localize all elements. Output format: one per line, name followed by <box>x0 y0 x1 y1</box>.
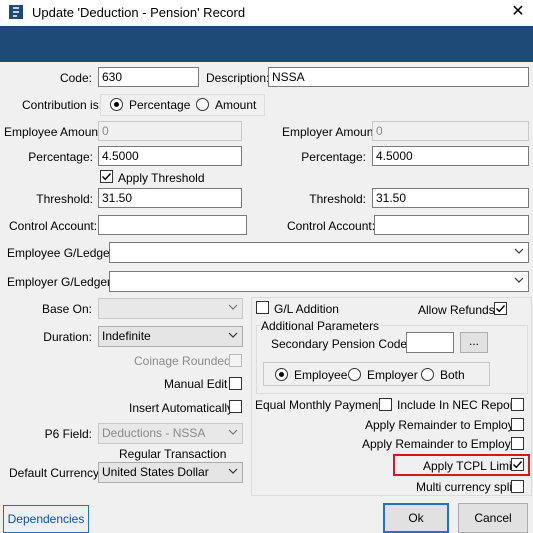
employer-control-field[interactable] <box>374 215 529 235</box>
cancel-button[interactable]: Cancel <box>458 503 528 533</box>
both-option-label: Both <box>440 368 465 382</box>
include-nec-checkbox[interactable] <box>511 398 524 411</box>
manual-edit-checkbox[interactable] <box>229 377 242 390</box>
default-currency-value: United States Dollar <box>102 465 209 479</box>
employer-percentage-label: Percentage: <box>301 150 366 164</box>
close-icon[interactable]: ✕ <box>507 2 529 22</box>
browse-button[interactable]: ... <box>460 332 488 353</box>
header-band <box>0 26 533 62</box>
dependencies-button[interactable]: Dependencies <box>3 505 89 533</box>
employee-threshold-label: Threshold: <box>36 192 93 206</box>
employee-amount-label: Employee Amount: <box>4 125 105 139</box>
employee-amount-field[interactable]: 0 <box>98 121 242 141</box>
multi-currency-checkbox[interactable] <box>511 480 524 493</box>
description-label: Description: <box>206 71 270 85</box>
employer-amount-label: Employer Amount: <box>282 125 381 139</box>
amount-radio[interactable] <box>196 98 209 111</box>
apply-tcpl-label: Apply TCPL Limit <box>423 459 516 473</box>
insert-automatically-label: Insert Automatically <box>129 401 234 415</box>
code-field[interactable]: 630 <box>98 67 199 87</box>
apply-threshold-checkbox[interactable] <box>100 170 113 183</box>
employee-control-label: Control Account: <box>9 219 98 233</box>
base-on-label: Base On: <box>41 302 92 316</box>
default-currency-dropdown[interactable]: United States Dollar <box>98 462 243 483</box>
employer-option-label: Employer <box>367 368 418 382</box>
default-currency-label: Default Currency: <box>9 466 103 480</box>
chevron-down-icon <box>228 468 238 474</box>
employer-percentage-field[interactable]: 4.5000 <box>372 146 529 166</box>
description-field[interactable]: NSSA <box>268 67 529 87</box>
contribution-label: Contribution is: <box>22 98 103 112</box>
employer-control-label: Control Account: <box>287 219 376 233</box>
multi-currency-label: Multi currency split <box>416 480 516 494</box>
employee-control-field[interactable] <box>98 215 247 235</box>
check-icon <box>496 305 506 313</box>
coinage-rounded-label: Coinage Rounded <box>134 354 231 368</box>
employer-gl-dropdown[interactable] <box>109 271 529 292</box>
manual-edit-label: Manual Edit <box>164 377 228 391</box>
allow-refunds-label: Allow Refunds <box>418 303 495 317</box>
remainder-employer-label: Apply Remainder to Employer <box>365 418 525 432</box>
app-icon <box>9 5 23 19</box>
chevron-down-icon <box>514 277 524 283</box>
code-label: Code: <box>59 71 92 85</box>
employer-gl-label: Employer G/Ledger: <box>7 275 115 289</box>
percentage-radio[interactable] <box>110 98 123 111</box>
employee-option-label: Employee <box>294 368 348 382</box>
secondary-pension-field[interactable] <box>406 332 454 353</box>
apply-tcpl-checkbox[interactable] <box>511 458 524 471</box>
employer-threshold-label: Threshold: <box>309 192 366 206</box>
duration-label: Duration: <box>43 330 92 344</box>
amount-option-label: Amount <box>215 98 257 112</box>
chevron-down-icon <box>228 429 238 435</box>
gl-addition-checkbox[interactable] <box>256 301 269 314</box>
additional-parameters-label: Additional Parameters <box>260 319 381 333</box>
equal-monthly-checkbox[interactable] <box>379 398 392 411</box>
check-icon <box>102 173 112 181</box>
insert-automatically-checkbox[interactable] <box>229 400 242 413</box>
employee-gl-dropdown[interactable] <box>109 242 529 263</box>
p6-field-label: P6 Field: <box>44 427 92 441</box>
window-title: Update 'Deduction - Pension' Record <box>32 5 246 20</box>
include-nec-label: Include In NEC Report <box>397 398 518 412</box>
gl-addition-label: G/L Addition <box>274 302 339 316</box>
both-radio[interactable] <box>421 368 434 381</box>
remainder-employee-checkbox[interactable] <box>511 437 524 450</box>
employee-threshold-field[interactable]: 31.50 <box>98 188 242 208</box>
regular-transaction-label: Regular Transaction <box>119 447 227 461</box>
ok-button[interactable]: Ok <box>383 503 449 533</box>
apply-threshold-label: Apply Threshold <box>118 171 205 185</box>
secondary-pension-label: Secondary Pension Code: <box>271 337 411 351</box>
duration-dropdown[interactable]: Indefinite <box>98 326 243 347</box>
base-on-dropdown[interactable] <box>98 298 243 319</box>
chevron-down-icon <box>228 304 238 310</box>
employer-amount-field[interactable]: 0 <box>372 121 529 141</box>
remainder-employee-label: Apply Remainder to Employee <box>362 437 525 451</box>
employee-gl-label: Employee G/Ledger: <box>7 246 118 260</box>
remainder-employer-checkbox[interactable] <box>511 418 524 431</box>
chevron-down-icon <box>228 332 238 338</box>
equal-monthly-label: Equal Monthly Payments <box>255 398 388 412</box>
p6-field-dropdown[interactable]: Deductions - NSSA <box>98 423 243 444</box>
chevron-down-icon <box>514 248 524 254</box>
employer-radio[interactable] <box>348 368 361 381</box>
allow-refunds-checkbox[interactable] <box>494 302 507 315</box>
employer-threshold-field[interactable]: 31.50 <box>372 188 529 208</box>
p6-field-value: Deductions - NSSA <box>102 426 206 440</box>
employee-radio[interactable] <box>275 368 288 381</box>
duration-value: Indefinite <box>102 329 151 343</box>
employee-percentage-field[interactable]: 4.5000 <box>98 146 242 166</box>
coinage-rounded-checkbox[interactable] <box>229 354 242 367</box>
percentage-option-label: Percentage <box>129 98 191 112</box>
employee-percentage-label: Percentage: <box>28 150 93 164</box>
check-icon <box>513 461 523 469</box>
